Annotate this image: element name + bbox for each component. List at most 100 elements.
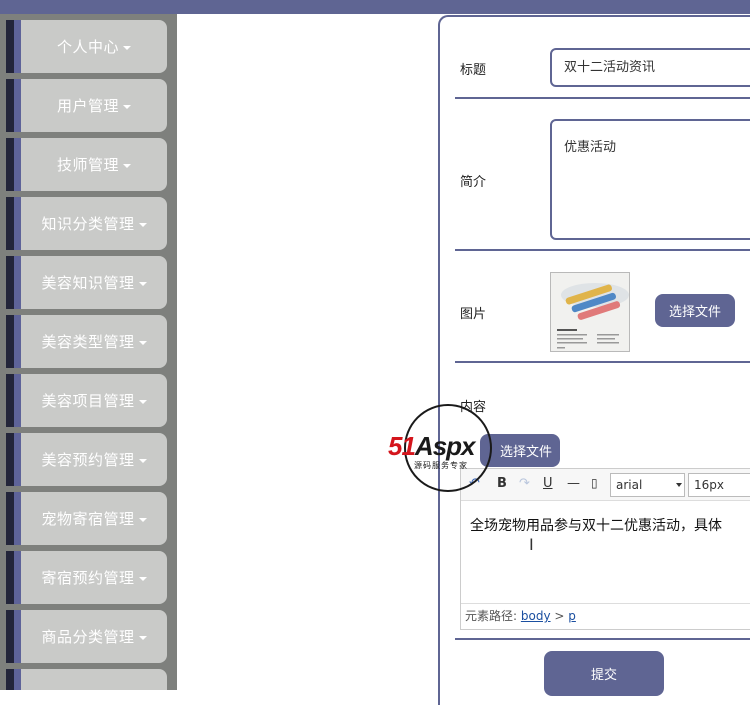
- sidebar-item-accent: [14, 492, 21, 545]
- sidebar-item-button[interactable]: 知识分类管理: [21, 197, 167, 250]
- sidebar-item-accent: [14, 315, 21, 368]
- sidebar-item-personal-center[interactable]: 个人中心: [6, 20, 167, 73]
- divider: [455, 638, 750, 640]
- brochure-image: [551, 273, 629, 351]
- watermark-brand-aspx: Aspx: [414, 431, 476, 461]
- path-p-link[interactable]: p: [568, 609, 576, 623]
- watermark-logo: 51Aspx 源码服务专家: [388, 403, 508, 493]
- caret-down-icon: [138, 399, 147, 404]
- sidebar-item-label: 美容预约管理: [41, 451, 135, 469]
- sidebar-item-stripe: [6, 197, 14, 250]
- sidebar-item-accent: [14, 79, 21, 132]
- title-input[interactable]: 双十二活动资讯: [550, 48, 750, 87]
- divider: [455, 249, 750, 251]
- sidebar-item-button[interactable]: [21, 669, 167, 690]
- sidebar-item-accent: [14, 669, 21, 690]
- sidebar-item-button[interactable]: 技师管理: [21, 138, 167, 191]
- sidebar-item-label: 个人中心: [56, 38, 119, 56]
- caret-down-icon: [138, 281, 147, 286]
- sidebar-item-beauty-knowledge[interactable]: 美容知识管理: [6, 256, 167, 309]
- sidebar-item-boarding-booking[interactable]: 寄宿预约管理: [6, 551, 167, 604]
- sidebar-item-label: 技师管理: [56, 156, 119, 174]
- sidebar-item-stripe: [6, 20, 14, 73]
- sidebar-item-pet-boarding[interactable]: 宠物寄宿管理: [6, 492, 167, 545]
- sidebar-item-stripe: [6, 551, 14, 604]
- sidebar-item-button[interactable]: 宠物寄宿管理: [21, 492, 167, 545]
- sidebar-item-label: 宠物寄宿管理: [41, 510, 135, 528]
- sidebar-item-stripe: [6, 610, 14, 663]
- caret-down-icon: [138, 340, 147, 345]
- sidebar-item-beauty-booking[interactable]: 美容预约管理: [6, 433, 167, 486]
- sidebar-item-label: 用户管理: [56, 97, 119, 115]
- sidebar-item-stripe: [6, 79, 14, 132]
- divider: [455, 361, 750, 363]
- sidebar-item-accent: [14, 433, 21, 486]
- sidebar-item-beauty-type[interactable]: 美容类型管理: [6, 315, 167, 368]
- sidebar-item-button[interactable]: 寄宿预约管理: [21, 551, 167, 604]
- caret-down-icon: [123, 104, 131, 109]
- divider: [455, 97, 750, 99]
- sidebar: 个人中心 用户管理 技师管理 知识分类管理 美容知识管理 美容类型管理 美容项目…: [0, 14, 177, 690]
- caret-down-icon: [138, 458, 147, 463]
- top-bar: [0, 0, 750, 14]
- title-label: 标题: [460, 63, 487, 78]
- sidebar-item-button[interactable]: 商品分类管理: [21, 610, 167, 663]
- sidebar-item-label: 商品分类管理: [41, 628, 135, 646]
- sidebar-item-beauty-project[interactable]: 美容项目管理: [6, 374, 167, 427]
- path-separator: >: [554, 609, 565, 623]
- caret-down-icon: [138, 576, 147, 581]
- underline-icon[interactable]: U: [543, 476, 553, 491]
- sidebar-item-technician-management[interactable]: 技师管理: [6, 138, 167, 191]
- horizontal-rule-icon[interactable]: —: [567, 476, 580, 491]
- sidebar-item-goods-category[interactable]: 商品分类管理: [6, 610, 167, 663]
- sidebar-item-accent: [14, 197, 21, 250]
- document-icon[interactable]: ▯: [591, 476, 598, 490]
- sidebar-item-accent: [14, 20, 21, 73]
- sidebar-item-knowledge-category[interactable]: 知识分类管理: [6, 197, 167, 250]
- sidebar-item-stripe: [6, 374, 14, 427]
- sidebar-item-button[interactable]: 美容预约管理: [21, 433, 167, 486]
- intro-textarea[interactable]: 优惠活动: [550, 119, 750, 240]
- sidebar-item-accent: [14, 138, 21, 191]
- sidebar-item-stripe: [6, 492, 14, 545]
- caret-down-icon: [123, 45, 131, 50]
- choose-image-file-label: 选择文件: [668, 305, 721, 320]
- intro-textarea-value: 优惠活动: [564, 140, 617, 155]
- sidebar-item-button[interactable]: 用户管理: [21, 79, 167, 132]
- watermark-tagline: 源码服务专家: [414, 461, 468, 470]
- caret-down-icon: [123, 163, 131, 168]
- font-family-select[interactable]: arial: [610, 473, 685, 497]
- submit-button[interactable]: 提交: [544, 651, 664, 696]
- chevron-down-icon: [676, 483, 682, 487]
- caret-down-icon: [138, 517, 147, 522]
- sidebar-item-label: 美容类型管理: [41, 333, 135, 351]
- sidebar-item-button[interactable]: 美容知识管理: [21, 256, 167, 309]
- editor-path-bar: 元素路径: body > p: [461, 603, 750, 629]
- sidebar-item-label: 美容知识管理: [41, 274, 135, 292]
- font-size-value: 16px: [694, 478, 724, 492]
- text-cursor-icon: I: [529, 535, 534, 554]
- sidebar-item-stripe: [6, 138, 14, 191]
- submit-label: 提交: [590, 668, 617, 683]
- sidebar-item-accent: [14, 374, 21, 427]
- editor-content[interactable]: 全场宠物用品参与双十二优惠活动，具体: [470, 515, 722, 535]
- caret-down-icon: [138, 222, 147, 227]
- sidebar-item-button[interactable]: 美容项目管理: [21, 374, 167, 427]
- image-thumbnail: [550, 272, 630, 352]
- sidebar-item-label: 寄宿预约管理: [41, 569, 135, 587]
- font-size-select[interactable]: 16px: [688, 473, 750, 497]
- sidebar-item-user-management[interactable]: 用户管理: [6, 79, 167, 132]
- sidebar-item-button[interactable]: 个人中心: [21, 20, 167, 73]
- sidebar-item-partial[interactable]: [6, 669, 167, 690]
- choose-image-file-button[interactable]: 选择文件: [655, 294, 735, 327]
- watermark-brand-51: 51: [388, 431, 416, 461]
- sidebar-item-label: 美容项目管理: [41, 392, 135, 410]
- caret-down-icon: [138, 635, 147, 640]
- path-body-link[interactable]: body: [521, 609, 551, 623]
- redo-icon[interactable]: ↷: [519, 476, 530, 491]
- intro-label: 简介: [460, 175, 487, 190]
- path-label: 元素路径:: [465, 609, 518, 623]
- image-label: 图片: [460, 307, 487, 322]
- sidebar-item-stripe: [6, 315, 14, 368]
- sidebar-item-button[interactable]: 美容类型管理: [21, 315, 167, 368]
